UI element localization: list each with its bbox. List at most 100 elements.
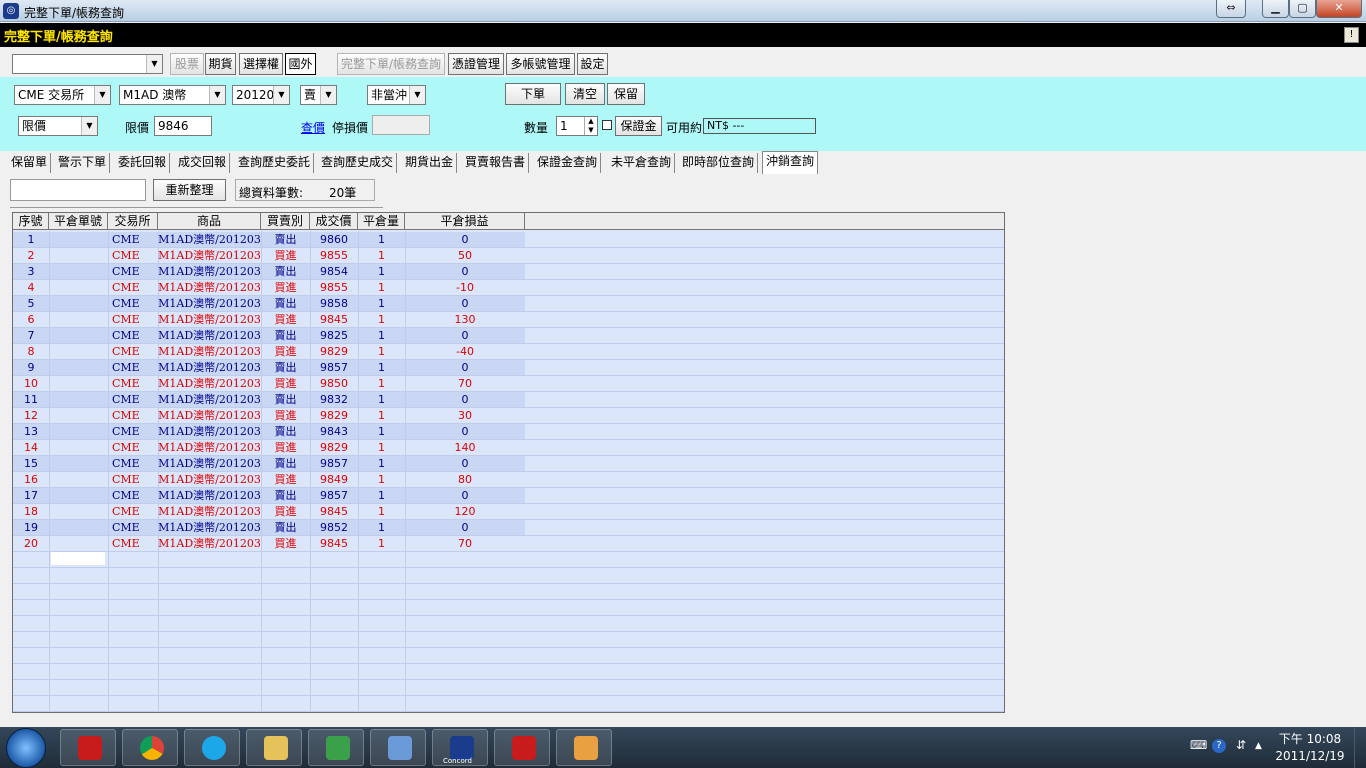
- exchange-select[interactable]: CME 交易所 ▼: [14, 85, 111, 105]
- clock-time: 下午 10:08: [1278, 732, 1342, 746]
- maximize-button[interactable]: ▢: [1289, 0, 1316, 18]
- taskbar-chrome-button[interactable]: [122, 729, 178, 766]
- cell-exch: CME: [112, 377, 140, 390]
- col-close-pnl-header[interactable]: 平倉損益: [405, 213, 525, 230]
- price-type-value: 限價: [22, 119, 47, 133]
- cell-qty: 1: [378, 505, 385, 518]
- cell-price: 9825: [320, 329, 348, 342]
- taskbar-concord-button[interactable]: Concord: [432, 729, 488, 766]
- clear-button[interactable]: 清空: [565, 83, 605, 105]
- network-icon[interactable]: ⇵: [1236, 738, 1246, 752]
- spin-arrows-icon[interactable]: ▲ ▼: [584, 117, 597, 135]
- cell-pnl: 0: [461, 265, 469, 278]
- taskbar-skype-button[interactable]: [184, 729, 240, 766]
- place-order-button[interactable]: 下單: [505, 83, 561, 105]
- col-close-qty-header[interactable]: 平倉量: [358, 213, 405, 230]
- filter-input[interactable]: [10, 179, 146, 201]
- keyboard-icon[interactable]: ⌨: [1190, 738, 1207, 752]
- cell-price: 9857: [320, 457, 348, 470]
- quote-link[interactable]: 查價: [301, 119, 325, 136]
- margin-checkbox[interactable]: [602, 120, 612, 130]
- margin-button[interactable]: 保證金: [615, 116, 662, 136]
- tab-realtime-position[interactable]: 即時部位查詢: [679, 153, 759, 173]
- chevron-down-icon: ▼: [94, 86, 110, 104]
- cell-side: 買進: [274, 441, 297, 454]
- cell-exch: CME: [112, 361, 140, 374]
- quantity-stepper[interactable]: 1 ▲ ▼: [556, 116, 598, 136]
- hold-button[interactable]: 保留: [607, 83, 645, 105]
- cert-manage-button[interactable]: 憑證管理: [448, 53, 504, 75]
- col-product-header[interactable]: 商品: [158, 213, 261, 230]
- cell-price: 9832: [320, 393, 348, 406]
- cell-product: M1AD澳幣/201203: [158, 489, 261, 502]
- refresh-button[interactable]: 重新整理: [153, 179, 226, 201]
- offset-results-grid[interactable]: 序號 平倉單號 交易所 商品 買賣別 成交價 平倉量 平倉損益 1 CME M1AD澳幣/20120…: [12, 212, 1005, 713]
- tab-offset-query[interactable]: 沖銷查詢: [762, 151, 819, 174]
- taskbar-stock-app-button[interactable]: [60, 729, 116, 766]
- tab-hold[interactable]: 保留單: [8, 153, 52, 173]
- help-tray-icon[interactable]: ?: [1212, 739, 1226, 753]
- stocks-button[interactable]: 股票: [170, 53, 204, 75]
- tab-fill-report[interactable]: 成交回報: [175, 153, 231, 173]
- settings-button[interactable]: 設定: [577, 53, 608, 75]
- paint-icon: [574, 736, 598, 760]
- tab-order-history[interactable]: 查詢歷史委託: [235, 153, 315, 173]
- col-seq-header[interactable]: 序號: [13, 213, 49, 230]
- tab-open-position[interactable]: 未平倉查詢: [608, 153, 676, 173]
- foreign-button[interactable]: 國外: [285, 53, 316, 75]
- close-button[interactable]: ✕: [1316, 0, 1362, 18]
- tab-withdrawal[interactable]: 期貨出金: [402, 153, 458, 173]
- row-divider: [13, 695, 1004, 696]
- taskbar-file-explorer-button[interactable]: [246, 729, 302, 766]
- taskbar-messenger-button[interactable]: [308, 729, 364, 766]
- system-clock[interactable]: 下午 10:08 2011/12/19: [1270, 731, 1350, 765]
- taskbar-stock-app-button[interactable]: [494, 729, 550, 766]
- page-header: 完整下單/帳務查詢 !: [0, 23, 1366, 47]
- multi-account-button[interactable]: 多帳號管理: [506, 53, 575, 75]
- cell-side: 買進: [274, 537, 297, 550]
- header-filler: [525, 213, 1004, 230]
- price-type-select[interactable]: 限價 ▼: [18, 116, 98, 136]
- tab-margin[interactable]: 保證金查詢: [534, 153, 602, 173]
- col-price-header[interactable]: 成交價: [310, 213, 358, 230]
- start-orb-icon[interactable]: [6, 728, 46, 768]
- show-desktop-button[interactable]: [1354, 727, 1366, 768]
- col-exchange-header[interactable]: 交易所: [108, 213, 158, 230]
- cell-exch: CME: [112, 521, 140, 534]
- row-divider: [13, 647, 1004, 648]
- full-order-button[interactable]: 完整下單/帳務查詢: [337, 53, 445, 75]
- col-side-header[interactable]: 買賣別: [261, 213, 310, 230]
- taskbar-remote-desktop-button[interactable]: [370, 729, 426, 766]
- stop-price-input[interactable]: [372, 115, 430, 135]
- options-button[interactable]: 選擇權: [239, 53, 283, 75]
- query-tabs: 保留單 警示下單 委託回報 成交回報 查詢歷史委託 查詢歷史成交 期貨出金 買賣報告書 保證金查…: [0, 151, 1366, 174]
- futures-button[interactable]: 期貨: [205, 53, 236, 75]
- cell-pnl: 80: [458, 473, 472, 486]
- tab-fill-history[interactable]: 查詢歷史成交: [318, 153, 398, 173]
- col-close-ticket-header[interactable]: 平倉單號: [49, 213, 108, 230]
- cell-exch: CME: [112, 489, 140, 502]
- help-button[interactable]: !: [1344, 27, 1359, 43]
- month-select[interactable]: 201203 ▼: [232, 85, 290, 105]
- limit-price-input[interactable]: 9846: [154, 116, 212, 136]
- cell-side: 買進: [274, 505, 297, 518]
- cell-price: 9849: [320, 473, 348, 486]
- resize-arrows-button[interactable]: ⇔: [1216, 0, 1246, 18]
- taskbar-paint-button[interactable]: [556, 729, 612, 766]
- total-count-label: 總資料筆數:: [239, 186, 304, 200]
- account-select[interactable]: ▼: [12, 54, 163, 74]
- offset-select[interactable]: 非當沖 ▼: [367, 85, 426, 105]
- tab-alert-order[interactable]: 警示下單: [55, 153, 111, 173]
- cell-pnl: 0: [461, 233, 469, 246]
- side-select[interactable]: 賣 ▼: [300, 85, 337, 105]
- show-hidden-icons-icon[interactable]: ▲: [1255, 741, 1262, 751]
- cell-pnl: 50: [458, 249, 472, 262]
- cell-seq: 19: [24, 521, 38, 534]
- minimize-button[interactable]: ▁: [1262, 0, 1289, 18]
- tab-order-report[interactable]: 委託回報: [115, 153, 171, 173]
- cell-pnl: 0: [461, 425, 469, 438]
- cell-pnl: -10: [456, 281, 474, 294]
- cell-price: 9845: [320, 505, 348, 518]
- product-select[interactable]: M1AD 澳幣 ▼: [119, 85, 226, 105]
- tab-trade-report[interactable]: 買賣報告書: [462, 153, 530, 173]
